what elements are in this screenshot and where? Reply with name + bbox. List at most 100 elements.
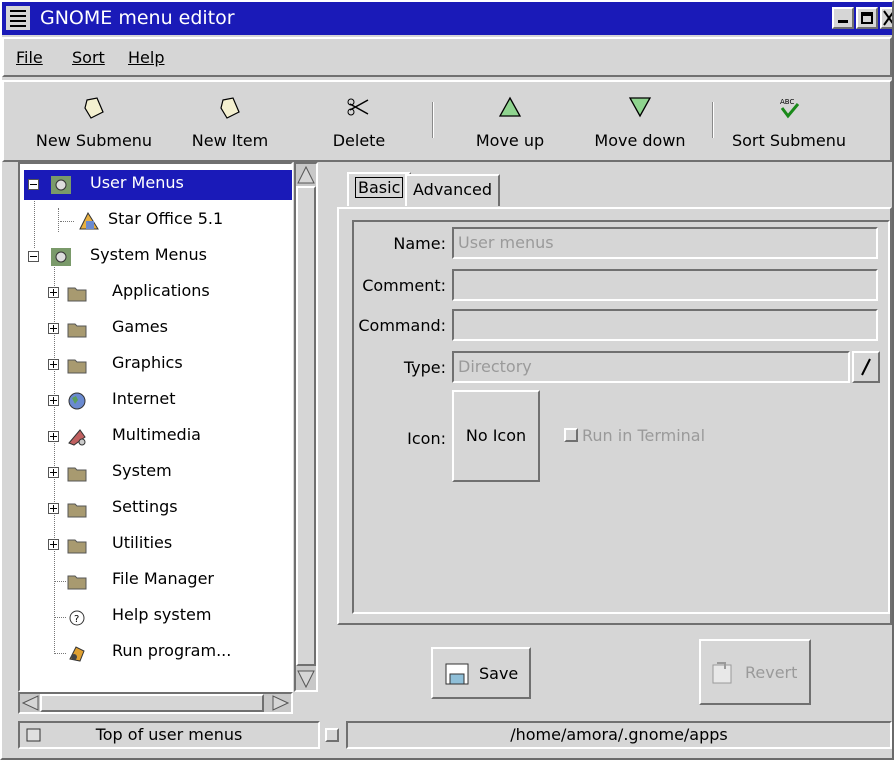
scroll-thumb[interactable] <box>296 186 316 666</box>
scroll-left-arrow-icon[interactable] <box>20 694 40 712</box>
type-combo[interactable]: Directory <box>452 351 850 383</box>
toolbar-separator <box>712 102 714 138</box>
name-field[interactable]: User menus <box>452 227 878 259</box>
tab-basic[interactable]: Basic <box>347 172 412 206</box>
tree-row-applications[interactable]: Applications <box>24 278 292 308</box>
save-button[interactable]: Save <box>431 647 531 699</box>
tab-advanced[interactable]: Advanced <box>405 174 501 206</box>
close-icon <box>883 10 892 26</box>
tree-label: Help system <box>112 605 212 624</box>
window-title: GNOME menu editor <box>40 7 235 29</box>
dropdown-arrow-icon <box>861 358 871 376</box>
status-right-field: /home/amora/.gnome/apps <box>346 721 892 749</box>
folder-icon <box>67 575 87 590</box>
expand-icon[interactable] <box>48 539 59 550</box>
collapse-icon[interactable] <box>28 179 39 190</box>
delete-button[interactable]: Delete <box>314 86 404 156</box>
expand-icon[interactable] <box>48 287 59 298</box>
spellcheck-icon: ABC <box>780 98 800 119</box>
expand-icon[interactable] <box>48 323 59 334</box>
expand-icon[interactable] <box>48 503 59 514</box>
comment-label: Comment: <box>362 276 446 295</box>
tree-row-games[interactable]: Games <box>24 314 292 344</box>
menu-file[interactable]: File <box>16 48 43 67</box>
menu-sort[interactable]: Sort <box>72 48 105 67</box>
expand-icon[interactable] <box>48 431 59 442</box>
tree-horizontal-scrollbar[interactable] <box>18 692 293 714</box>
tree-row-internet[interactable]: Internet <box>24 386 292 416</box>
type-label: Type: <box>403 358 446 377</box>
tree-label: System <box>112 461 172 480</box>
new-document-icon <box>84 97 104 119</box>
delete-label: Delete <box>332 131 386 150</box>
tab-basic-label: Basic <box>355 177 404 198</box>
collapse-icon[interactable] <box>28 251 39 262</box>
svg-text:?: ? <box>74 614 79 625</box>
scroll-right-arrow-icon[interactable] <box>271 694 291 712</box>
arrow-down-icon <box>628 97 652 118</box>
comment-field[interactable] <box>452 269 878 301</box>
command-field[interactable] <box>452 309 878 341</box>
tree-row-utilities[interactable]: Utilities <box>24 530 292 560</box>
app-window: GNOME menu editor File Sort Help New Sub… <box>0 0 894 760</box>
run-in-terminal-checkbox[interactable] <box>564 428 578 442</box>
title-bar[interactable]: GNOME menu editor <box>2 2 892 35</box>
minimize-button[interactable] <box>832 7 854 29</box>
tree-guide <box>54 617 66 618</box>
new-item-button[interactable]: New Item <box>176 86 284 156</box>
tree-vertical-scrollbar[interactable] <box>294 162 318 692</box>
tree-guide <box>54 653 66 654</box>
pane-handle[interactable] <box>325 728 339 742</box>
tree-label: Settings <box>112 497 178 516</box>
revert-label: Revert <box>745 663 798 682</box>
expand-icon[interactable] <box>48 467 59 478</box>
expand-icon[interactable] <box>48 359 59 370</box>
scroll-thumb[interactable] <box>40 694 264 712</box>
new-submenu-label: New Submenu <box>35 131 153 150</box>
type-dropdown-button[interactable] <box>852 351 880 383</box>
tree-row-run-program[interactable]: Run program... <box>24 638 292 668</box>
menu-tree[interactable]: User Menus Star Office 5.1 System Menus … <box>18 162 293 692</box>
tree-label: Star Office 5.1 <box>108 209 224 228</box>
tree-label: Graphics <box>112 353 183 372</box>
new-submenu-button[interactable]: New Submenu <box>34 86 154 156</box>
maximize-button[interactable] <box>856 7 878 29</box>
revert-button[interactable]: Revert <box>699 639 811 705</box>
run-in-terminal-label: Run in Terminal <box>582 426 706 445</box>
scroll-down-arrow-icon[interactable] <box>296 668 316 690</box>
sort-submenu-button[interactable]: ABC Sort Submenu <box>724 86 854 156</box>
expand-icon[interactable] <box>48 395 59 406</box>
save-label: Save <box>479 664 519 683</box>
tree-label: Multimedia <box>112 425 201 444</box>
new-document-icon <box>220 97 240 119</box>
menu-help[interactable]: Help <box>128 48 164 67</box>
tree-row-user-menus[interactable]: User Menus <box>24 170 292 200</box>
tree-guide <box>60 221 74 222</box>
tree-row-star-office[interactable]: Star Office 5.1 <box>24 206 292 236</box>
close-button[interactable] <box>880 7 892 29</box>
tree-row-settings[interactable]: Settings <box>24 494 292 524</box>
move-down-button[interactable]: Move down <box>582 86 698 156</box>
tree-row-file-manager[interactable]: File Manager <box>24 566 292 596</box>
tree-label: Applications <box>112 281 210 300</box>
tree-label: System Menus <box>90 245 208 264</box>
move-down-label: Move down <box>594 131 686 150</box>
tree-label: User Menus <box>90 173 184 192</box>
tree-row-system[interactable]: System <box>24 458 292 488</box>
status-left-field: Top of user menus <box>18 721 320 749</box>
gnome-foot-icon <box>26 728 41 742</box>
scroll-up-arrow-icon[interactable] <box>296 164 316 186</box>
status-bar: Top of user menus /home/amora/.gnome/app… <box>2 718 892 758</box>
star-office-icon <box>79 211 99 230</box>
tree-row-system-menus[interactable]: System Menus <box>24 242 292 272</box>
status-right-text: /home/amora/.gnome/apps <box>510 725 728 744</box>
tree-row-multimedia[interactable]: Multimedia <box>24 422 292 452</box>
window-menu-icon[interactable] <box>6 6 30 30</box>
move-up-button[interactable]: Move up <box>462 86 558 156</box>
tree-row-graphics[interactable]: Graphics <box>24 350 292 380</box>
svg-text:ABC: ABC <box>780 98 794 106</box>
icon-button[interactable]: No Icon <box>452 390 540 482</box>
folder-icon <box>67 539 87 554</box>
gnome-foot-icon <box>51 176 71 194</box>
tree-row-help-system[interactable]: ? Help system <box>24 602 292 632</box>
